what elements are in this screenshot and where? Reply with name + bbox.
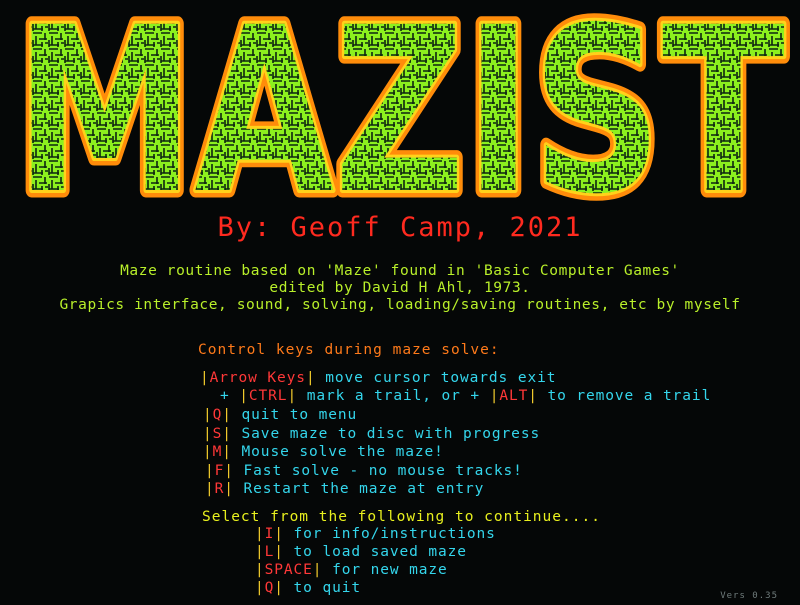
controls-heading: Control keys during maze solve: [198, 342, 500, 358]
credit-line-2: edited by David H Ahl, 1973. [269, 280, 531, 296]
menu-item-new-maze-label: for new maze [322, 562, 448, 578]
control-s-desc: Save maze to disc with progress [231, 426, 541, 442]
game-title-screen: MAZIST MAZIST MAZIST By: Geoff Camp, 202… [0, 0, 800, 605]
control-arrow-desc: move cursor towards exit [315, 370, 557, 386]
menu-item-load[interactable]: |L| to load saved maze [255, 544, 467, 560]
menu-heading: Select from the following to continue...… [202, 509, 601, 525]
control-m-desc: Mouse solve the maze! [231, 444, 444, 460]
control-q: |Q| quit to menu [203, 407, 358, 423]
key-m: M [212, 444, 223, 460]
menu-item-info[interactable]: |I| for info/instructions [255, 526, 496, 542]
mazist-logo: MAZIST MAZIST MAZIST [8, 0, 793, 210]
key-quit: Q [264, 580, 275, 596]
key-alt: ALT [499, 388, 529, 404]
version-label: Vers 0.35 [720, 591, 778, 601]
control-r-desc: Restart the maze at entry [233, 481, 485, 497]
control-m: |M| Mouse solve the maze! [203, 444, 444, 460]
key-arrow-keys: Arrow Keys [209, 370, 306, 386]
control-ctrl-mid: mark a trail, or + [297, 388, 490, 404]
control-ctrl-alt: + |CTRL| mark a trail, or + |ALT| to rem… [220, 388, 712, 404]
key-s: S [212, 426, 223, 442]
key-i: I [264, 526, 275, 542]
menu-item-quit-label: to quit [283, 580, 361, 596]
control-ctrl-prefix: + [220, 388, 240, 404]
key-r: R [214, 481, 225, 497]
menu-item-quit[interactable]: |Q| to quit [255, 580, 361, 596]
control-r: |R| Restart the maze at entry [205, 481, 485, 497]
control-alt-desc: to remove a trail [537, 388, 712, 404]
control-f: |F| Fast solve - no mouse tracks! [205, 463, 523, 479]
key-q: Q [212, 407, 223, 423]
logo-maze-fill: MAZIST [15, 0, 785, 210]
control-f-desc: Fast solve - no mouse tracks! [233, 463, 523, 479]
menu-item-info-label: for info/instructions [283, 526, 496, 542]
control-q-desc: quit to menu [231, 407, 358, 423]
key-l: L [264, 544, 275, 560]
menu-item-load-label: to load saved maze [283, 544, 467, 560]
key-ctrl: CTRL [248, 388, 288, 404]
credit-line-1: Maze routine based on 'Maze' found in 'B… [120, 263, 680, 279]
credit-line-3: Grapics interface, sound, solving, loadi… [59, 297, 741, 313]
control-arrow-keys: |Arrow Keys| move cursor towards exit [200, 370, 557, 386]
menu-item-new-maze[interactable]: |SPACE| for new maze [255, 562, 448, 578]
author-credit: By: Geoff Camp, 2021 [217, 212, 583, 243]
key-space: SPACE [264, 562, 313, 578]
control-s: |S| Save maze to disc with progress [203, 426, 541, 442]
key-f: F [214, 463, 225, 479]
